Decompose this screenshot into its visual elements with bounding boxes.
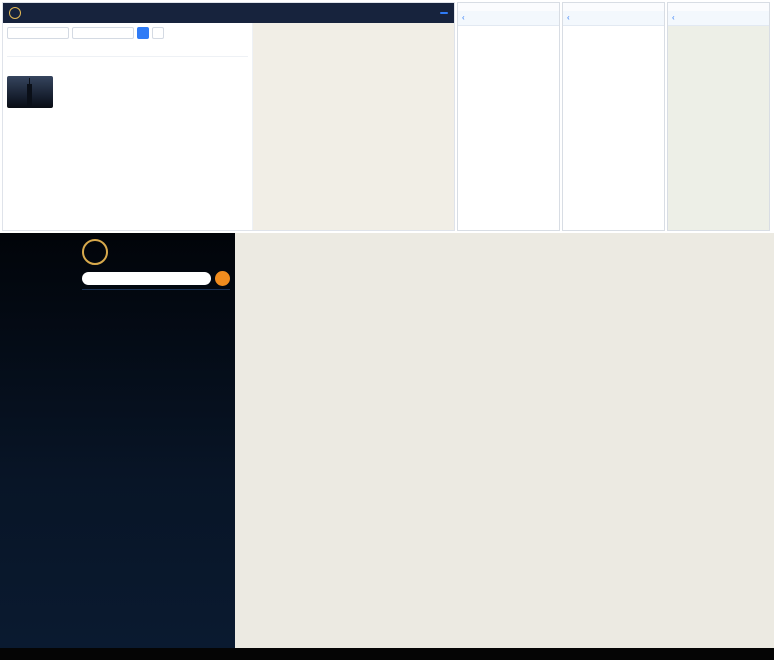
aerial-map[interactable]	[668, 26, 769, 230]
reset-button[interactable]	[152, 27, 164, 39]
platform-body	[3, 23, 454, 230]
sidebar-tabs	[82, 289, 230, 290]
platform-header	[3, 3, 454, 23]
app-nav-bar: ‹	[458, 11, 559, 26]
status-footer	[0, 648, 774, 660]
mobile-app-kc3: ‹	[457, 2, 560, 231]
project-name-filter[interactable]	[72, 27, 134, 39]
back-icon: ‹	[672, 14, 675, 22]
mobile-app-distribution: ‹	[667, 2, 770, 231]
map-platform	[0, 233, 774, 648]
mini-map[interactable]	[253, 23, 454, 230]
borehole-id-filter[interactable]	[7, 27, 69, 39]
kc3-body	[458, 26, 559, 230]
top-row: ‹ ‹ ‹	[0, 0, 774, 233]
tower-silhouette	[27, 84, 32, 108]
user-chip[interactable]	[440, 12, 448, 14]
back-icon: ‹	[462, 14, 465, 22]
back-button[interactable]: ‹	[672, 14, 676, 22]
photo-row	[7, 76, 248, 108]
distribution-body	[668, 26, 769, 230]
sidebar-search-row	[82, 271, 230, 286]
back-icon: ‹	[567, 14, 570, 22]
data-panel	[3, 23, 253, 230]
data-tabs	[7, 42, 248, 57]
sidebar-logo-row	[82, 239, 230, 265]
compare-body	[563, 26, 664, 230]
filter-row	[7, 26, 248, 40]
map-search-input[interactable]	[82, 272, 211, 285]
screenshot-root: ‹ ‹ ‹	[0, 0, 774, 660]
site-photo-thumbnail[interactable]	[7, 76, 53, 108]
search-button[interactable]	[137, 27, 149, 39]
sidebar	[0, 233, 235, 648]
sidebar-content	[82, 239, 230, 294]
status-bar	[563, 3, 664, 11]
pagination	[7, 60, 248, 73]
desktop-app	[2, 2, 455, 231]
day-mode-button[interactable]	[215, 271, 230, 286]
back-button[interactable]: ‹	[462, 14, 466, 22]
back-button[interactable]: ‹	[567, 14, 571, 22]
lk-logo-icon	[82, 239, 108, 265]
status-bar	[668, 3, 769, 11]
mobile-app-compare: ‹	[562, 2, 665, 231]
app-nav-bar: ‹	[563, 11, 664, 26]
platform-logo-icon	[9, 7, 21, 19]
status-bar	[458, 3, 559, 11]
main-map[interactable]	[235, 233, 774, 648]
app-nav-bar: ‹	[668, 11, 769, 26]
